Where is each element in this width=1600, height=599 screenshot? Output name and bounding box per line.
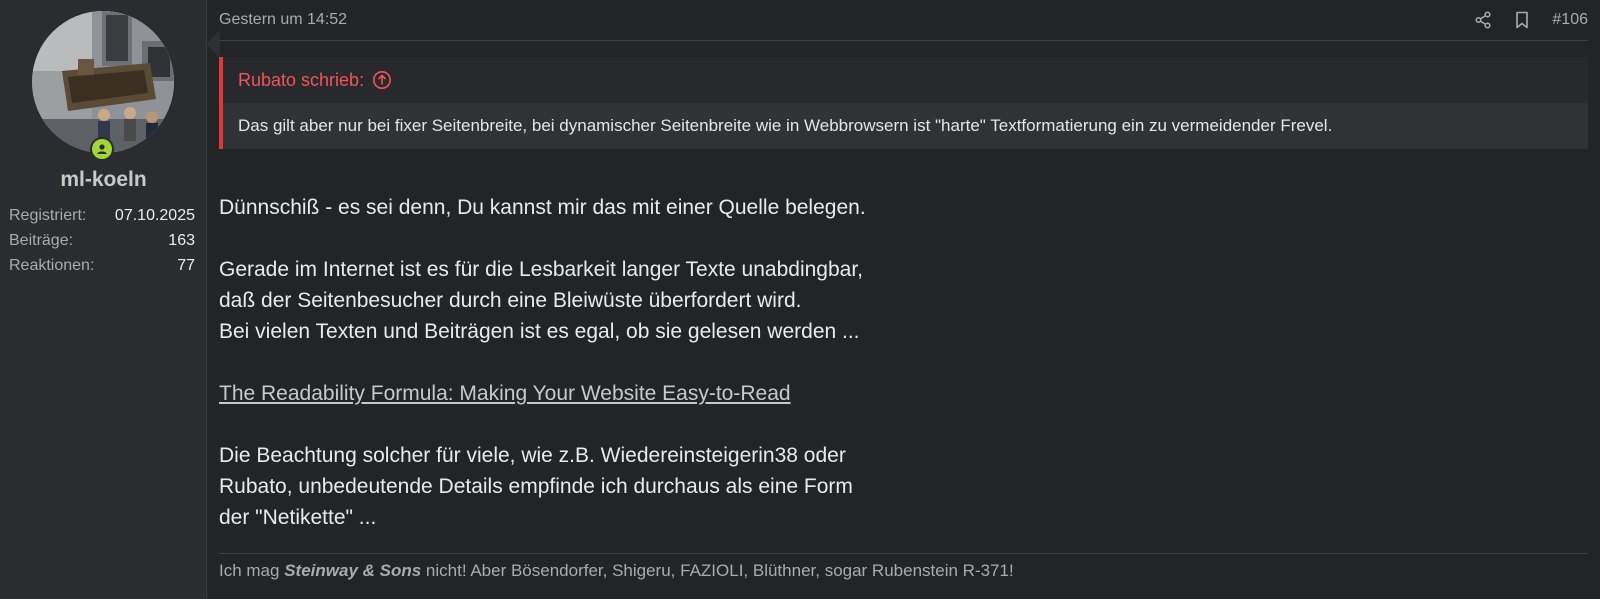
stat-row-registered: Registriert: 07.10.2025	[9, 203, 195, 228]
quote-text: Das gilt aber nur bei fixer Seitenbreite…	[223, 103, 1588, 149]
bookmark-icon[interactable]	[1514, 11, 1530, 29]
username[interactable]: ml-koeln	[0, 168, 207, 192]
stat-value: 77	[177, 257, 195, 274]
share-icon[interactable]	[1474, 11, 1492, 29]
arrow-up-circle-icon	[373, 71, 392, 89]
avatar[interactable]	[32, 11, 174, 153]
stat-row-reactions: Reaktionen: 77	[9, 253, 195, 278]
stat-label: Beiträge:	[9, 232, 74, 249]
quote-author: Rubato schrieb:	[238, 69, 365, 90]
post-header: Gestern um 14:52 #106	[219, 0, 1588, 41]
avatar-photo	[32, 11, 174, 153]
stat-value: 163	[168, 232, 195, 249]
user-icon	[97, 144, 107, 154]
paragraph-line: daß der Seitenbesucher durch eine Bleiwü…	[219, 289, 802, 312]
online-status-badge	[90, 137, 114, 161]
forum-post: ml-koeln Registriert: 07.10.2025 Beiträg…	[0, 0, 1600, 599]
post-body: Dünnschiß - es sei denn, Du kannst mir d…	[219, 192, 1319, 533]
paragraph: Dünnschiß - es sei denn, Du kannst mir d…	[219, 196, 866, 219]
paragraph-line: Die Beachtung solcher für viele, wie z.B…	[219, 444, 846, 467]
stat-row-posts: Beiträge: 163	[9, 228, 195, 253]
post-date[interactable]: Gestern um 14:52	[219, 11, 347, 29]
quote-author-link[interactable]: Rubato schrieb:	[223, 57, 1588, 103]
quote-block: Rubato schrieb: Das gilt aber nur bei fi…	[219, 57, 1588, 149]
signature-prefix: Ich mag	[219, 561, 285, 580]
paragraph-line: Rubato, unbedeutende Details empfinde ic…	[219, 475, 853, 498]
readability-link[interactable]: The Readability Formula: Making Your Web…	[219, 382, 791, 405]
signature-brand: Steinway & Sons	[284, 561, 422, 580]
signature: Ich mag Steinway & Sons nicht! Aber Böse…	[219, 553, 1588, 581]
signature-suffix: nicht! Aber Bösendorfer, Shigeru, FAZIOL…	[421, 561, 1014, 580]
stat-label: Registriert:	[9, 207, 87, 224]
user-stats: Registriert: 07.10.2025 Beiträge: 163 Re…	[9, 203, 195, 278]
paragraph-line: der "Netikette" ...	[219, 506, 377, 529]
paragraph-line: Bei vielen Texten und Beiträgen ist es e…	[219, 320, 860, 343]
post-main: Gestern um 14:52 #106 Rubato schrieb: Da…	[207, 0, 1600, 599]
stat-value: 07.10.2025	[114, 207, 195, 224]
user-info-panel: ml-koeln Registriert: 07.10.2025 Beiträg…	[0, 0, 220, 599]
post-number[interactable]: #106	[1552, 11, 1588, 29]
stat-label: Reaktionen:	[9, 257, 95, 274]
post-actions: #106	[1474, 11, 1588, 29]
paragraph-line: Gerade im Internet ist es für die Lesbar…	[219, 258, 863, 281]
online-indicator	[92, 139, 112, 159]
